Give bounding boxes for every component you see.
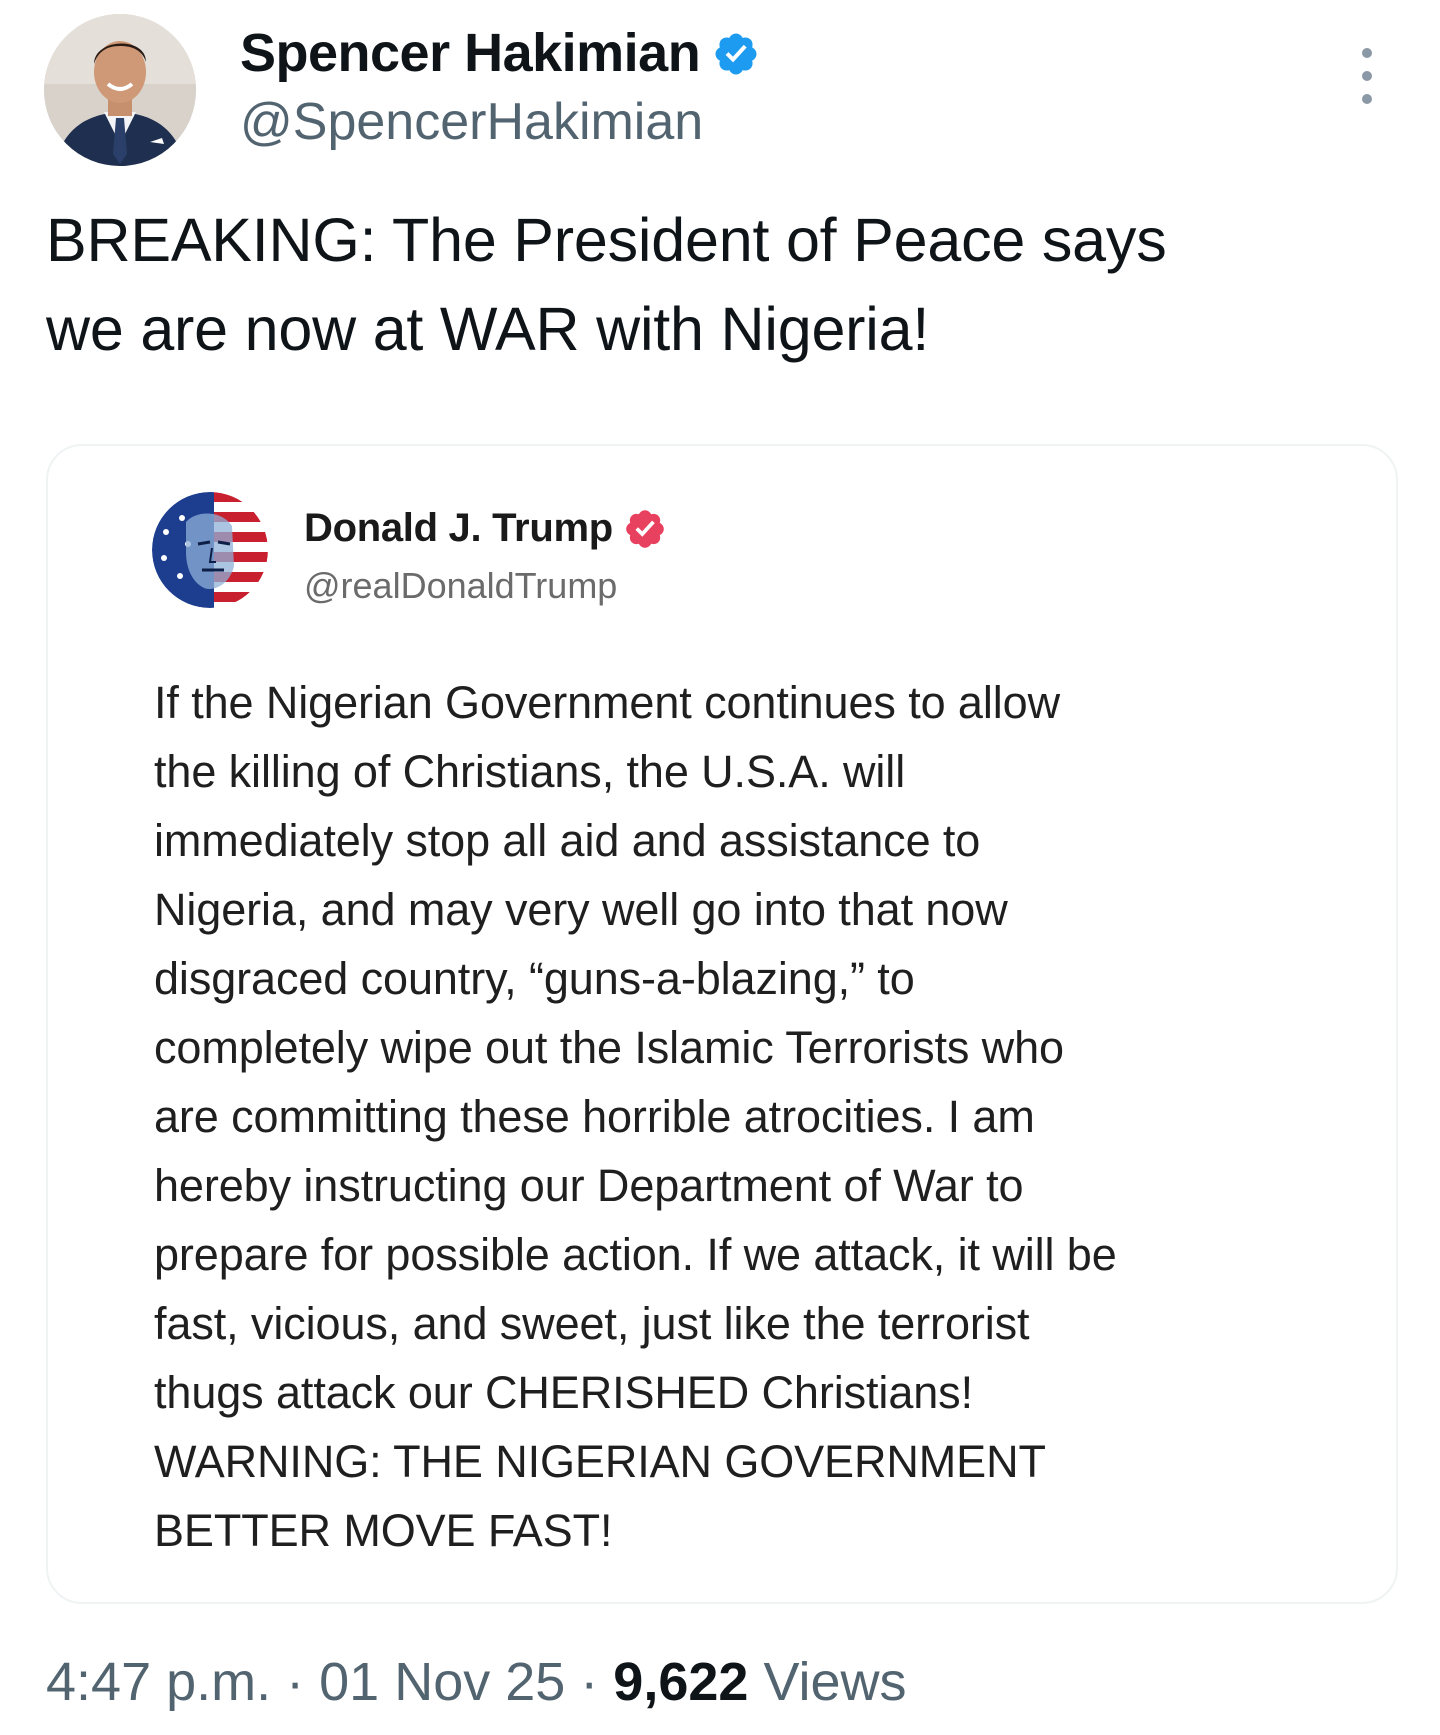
more-vertical-icon[interactable] [1352,48,1382,104]
meta-separator: · [565,1652,614,1712]
verified-badge-icon [715,33,757,75]
author-name[interactable]: Spencer Hakimian [240,26,701,80]
quoted-post-line: thugs attack our CHERISHED Christians! [154,1367,973,1418]
quoted-author-handle: @realDonaldTrump [304,565,618,606]
quoted-post-line: fast, vicious, and sweet, just like the … [154,1298,1030,1349]
tweet-text: BREAKING: The President of Peace says we… [46,196,1406,374]
author-info: Spencer Hakimian @SpencerHakimian [240,18,760,151]
author-handle[interactable]: @SpencerHakimian [240,93,760,151]
quoted-post-card[interactable]: Donald J. Trump @realDonaldTrump If the … [46,444,1398,1604]
quoted-post-line: hereby instructing our Department of War… [154,1160,1024,1211]
post-date[interactable]: 01 Nov 25 [319,1652,565,1712]
more-dot [1362,48,1372,58]
quoted-post-line: are committing these horrible atrocities… [154,1091,1035,1142]
views-label: Views [748,1652,907,1712]
quoted-post-line: Nigeria, and may very well go into that … [154,884,1008,935]
quoted-post-line: completely wipe out the Islamic Terroris… [154,1022,1064,1073]
tweet-text-line: BREAKING: The President of Peace says [46,206,1167,274]
post-time[interactable]: 4:47 p.m. [46,1652,271,1712]
tweet-detail: Spencer Hakimian @SpencerHakimian BREAKI… [0,0,1440,1735]
quoted-post-line: BETTER MOVE FAST! [154,1505,613,1556]
author-name-row: Spencer Hakimian [240,18,760,88]
post-meta: 4:47 p.m. · 01 Nov 25 · 9,622 Views [46,1650,907,1715]
quoted-author-avatar [152,492,268,608]
quoted-author-name-row: Donald J. Trump [304,506,667,551]
more-dot [1362,71,1372,81]
flag-portrait-image [152,492,268,608]
author-avatar-image [44,14,196,166]
author-avatar[interactable] [44,14,196,166]
views-count[interactable]: 9,622 [613,1652,748,1712]
quoted-post-line: If the Nigerian Government continues to … [154,677,1060,728]
quoted-post-body: If the Nigerian Government continues to … [154,668,1334,1565]
quoted-post-line: immediately stop all aid and assistance … [154,815,981,866]
meta-separator: · [271,1652,320,1712]
quoted-author-name: Donald J. Trump [304,506,613,550]
verified-badge-icon [626,509,664,548]
quoted-post-line: WARNING: THE NIGERIAN GOVERNMENT [154,1436,1046,1487]
tweet-text-line: we are now at WAR with Nigeria! [46,295,930,363]
more-dot [1362,94,1372,104]
quoted-post-line: disgraced country, “guns-a-blazing,” to [154,953,915,1004]
quoted-post-line: the killing of Christians, the U.S.A. wi… [154,746,906,797]
quoted-author-info: Donald J. Trump @realDonaldTrump [304,506,667,607]
quoted-post-line: prepare for possible action. If we attac… [154,1229,1117,1280]
